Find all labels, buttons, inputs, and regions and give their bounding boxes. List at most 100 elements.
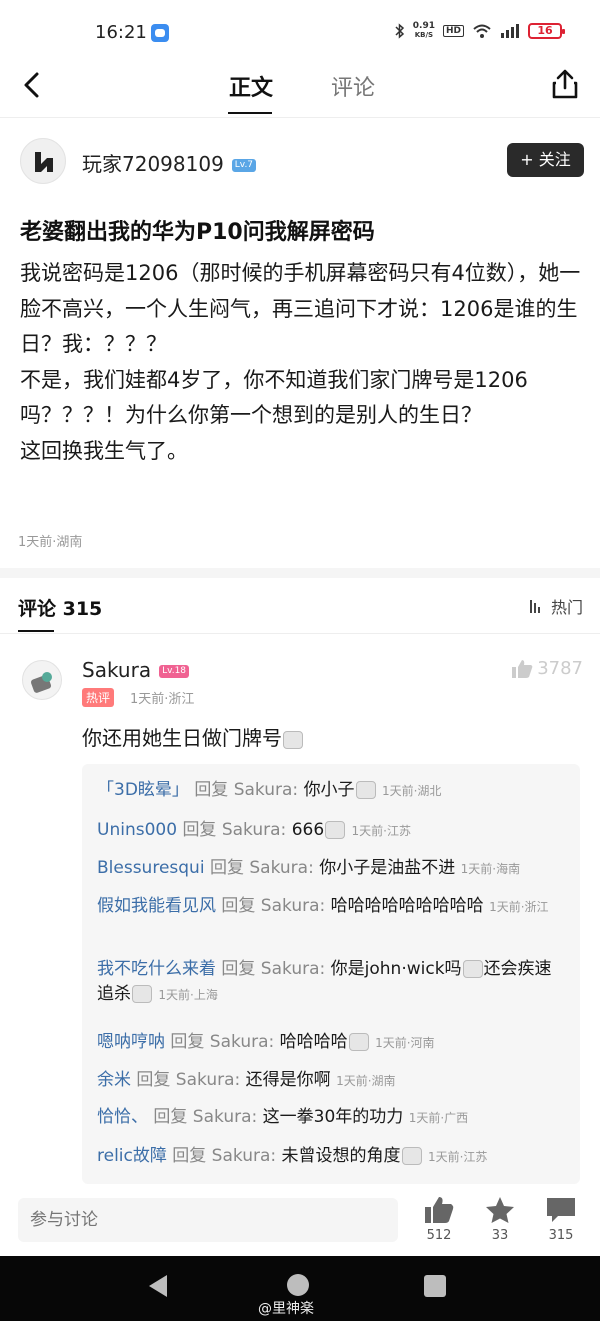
reply-time: 1天前·湖南 — [336, 1074, 396, 1088]
reply-author[interactable]: 假如我能看见风 — [97, 896, 216, 916]
reply-item[interactable]: relic故障 回复 Sakura: 未曾设想的角度 1天前·江苏 — [97, 1144, 562, 1170]
network-speed-value: 0.91 — [412, 21, 435, 31]
status-icons: 0.91 KB/S HD 16 — [395, 22, 565, 40]
reply-text: 未曾设想的角度 — [281, 1146, 401, 1166]
tab-comments[interactable]: 评论 — [331, 70, 375, 102]
reply-to: 回复 Sakura: — [170, 1032, 275, 1052]
home-circle-icon[interactable] — [287, 1274, 309, 1296]
reply-item[interactable]: 恰恰、 回复 Sakura: 这一拳30年的功力 1天前·广西 — [97, 1105, 562, 1131]
bars-icon — [529, 600, 540, 613]
wifi-icon — [473, 24, 491, 38]
author-name[interactable]: 玩家72098109 Lv.7 — [82, 148, 257, 177]
author-row: 玩家72098109 Lv.7 + 关注 — [0, 128, 600, 192]
comment-count: 315 — [548, 1228, 574, 1243]
hot-comment-tag: 热评 — [82, 688, 115, 707]
author-name-text: 玩家72098109 — [82, 152, 224, 176]
reply-author[interactable]: relic故障 — [97, 1146, 167, 1166]
system-nav-bar: @里神楽 — [0, 1256, 600, 1321]
emoji-icon — [132, 985, 152, 1003]
post-paragraph: 这回换我生气了。 — [20, 438, 188, 463]
tab-main[interactable]: 正文 — [229, 70, 273, 102]
author-avatar[interactable] — [20, 138, 66, 184]
watermark: @里神楽 — [258, 1301, 314, 1317]
top-nav: 正文 评论 — [0, 62, 600, 118]
like-button[interactable]: 512 — [414, 1196, 464, 1243]
reply-text: 这一拳30年的功力 — [262, 1107, 404, 1127]
reply-item[interactable]: 我不吃什么来着 回复 Sakura: 你是john·wick吗 还会疾速追杀 1天… — [97, 957, 562, 1008]
reply-to: 回复 Sakura: — [221, 896, 326, 916]
reply-time: 1天前·河南 — [375, 1036, 435, 1050]
chevron-left-icon[interactable] — [18, 70, 48, 100]
reply-author[interactable]: 嗯呐哼呐 — [97, 1032, 165, 1052]
reply-author[interactable]: 「3D眩晕」 — [97, 780, 189, 800]
reply-to: 回复 Sakura: — [182, 820, 287, 840]
emoji-icon — [348, 1033, 369, 1051]
section-divider — [0, 568, 600, 578]
reply-text: 666 — [291, 820, 325, 840]
app-notification-icon — [151, 24, 169, 42]
emoji-icon — [401, 1147, 422, 1165]
favorite-button[interactable]: 33 — [475, 1196, 525, 1243]
bluetooth-icon — [395, 23, 404, 39]
speech-bubble-icon — [547, 1198, 575, 1222]
post-title: 老婆翻出我的华为P10问我解屏密码 — [20, 220, 375, 245]
bottom-action-bar: 512 33 315 — [0, 1188, 600, 1256]
thumbs-up-icon — [425, 1197, 454, 1223]
status-bar: 16:21 0.91 KB/S HD 16 — [0, 0, 600, 62]
reply-time: 1天前·江苏 — [427, 1150, 488, 1164]
tab-active-indicator — [228, 112, 272, 114]
author-logo-icon — [35, 152, 53, 172]
reply-item[interactable]: Blessuresqui 回复 Sakura: 你小子是油盐不进 1天前·海南 — [97, 856, 562, 882]
reply-list: 「3D眩晕」 回复 Sakura: 你小子 1天前·湖北 Unins000 回复… — [82, 764, 580, 1184]
comments-header: 评论 315 热门 — [0, 578, 600, 634]
reply-author[interactable]: 我不吃什么来着 — [97, 959, 216, 979]
triangle-back-icon[interactable] — [147, 1274, 169, 1298]
network-speed: 0.91 KB/S — [413, 22, 435, 40]
discussion-input[interactable] — [18, 1198, 398, 1242]
thumbs-up-icon — [512, 659, 533, 678]
reply-author[interactable]: Blessuresqui — [97, 858, 205, 878]
sort-button[interactable]: 热门 — [529, 594, 583, 618]
commenter-avatar[interactable] — [22, 660, 62, 700]
reply-item[interactable]: 嗯呐哼呐 回复 Sakura: 哈哈哈哈 1天前·河南 — [97, 1030, 562, 1056]
reply-time: 1天前·江苏 — [351, 824, 411, 838]
post-paragraph: 不是，我们娃都4岁了，你不知道我们家门牌号是1206吗？？？！为什么你第一个想到… — [20, 367, 528, 428]
reply-text: 你小子 — [303, 780, 355, 800]
recent-apps-icon[interactable] — [424, 1275, 446, 1297]
emoji-icon — [325, 821, 346, 839]
reply-item[interactable]: 「3D眩晕」 回复 Sakura: 你小子 1天前·湖北 — [97, 778, 562, 804]
star-icon — [486, 1197, 514, 1223]
network-speed-unit: KB/S — [414, 31, 434, 39]
reply-item[interactable]: Unins000 回复 Sakura: 666 1天前·江苏 — [97, 818, 562, 844]
reply-text: 还得是你啊 — [245, 1070, 331, 1090]
reply-to: 回复 Sakura: — [209, 858, 314, 878]
post-paragraph: 我说密码是1206（那时候的手机屏幕密码只有4位数），她一脸不高兴，一个人生闷气… — [20, 261, 581, 356]
emoji-icon — [283, 730, 303, 749]
reply-to: 回复 Sakura: — [136, 1070, 241, 1090]
reply-text: 哈哈哈哈 — [279, 1032, 348, 1052]
comments-count[interactable]: 评论 315 — [18, 594, 102, 621]
comment-button[interactable]: 315 — [536, 1196, 586, 1243]
commenter-name[interactable]: Sakura Lv.18 — [82, 658, 190, 682]
reply-author[interactable]: Unins000 — [97, 820, 177, 840]
follow-button[interactable]: + 关注 — [507, 143, 584, 177]
reply-item[interactable]: 余米 回复 Sakura: 还得是你啊 1天前·湖南 — [97, 1068, 562, 1094]
comment-like-button[interactable]: 3787 — [511, 658, 583, 679]
reply-time: 1天前·上海 — [158, 988, 218, 1002]
sort-label: 热门 — [550, 598, 583, 617]
share-icon[interactable] — [550, 68, 580, 100]
reply-author[interactable]: 余米 — [97, 1070, 131, 1090]
avatar-illustration-icon — [30, 672, 52, 693]
reply-time: 1天前·广西 — [408, 1111, 469, 1125]
reply-item[interactable]: 假如我能看见风 回复 Sakura: 哈哈哈哈哈哈哈哈哈 1天前·浙江 — [97, 894, 562, 920]
reply-time: 1天前·湖北 — [381, 784, 442, 798]
comment-meta: 1天前·浙江 — [130, 692, 195, 707]
comment-like-count: 3787 — [537, 658, 583, 679]
post-meta: 1天前·湖南 — [18, 535, 83, 550]
reply-time: 1天前·海南 — [460, 862, 521, 876]
reply-author[interactable]: 恰恰、 — [97, 1107, 148, 1127]
commenter-level-badge: Lv.18 — [159, 665, 190, 678]
post-body: 我说密码是1206（那时候的手机屏幕密码只有4位数），她一脸不高兴，一个人生闷气… — [20, 256, 585, 469]
hd-icon: HD — [442, 25, 464, 37]
comment-text-content: 你还用她生日做门牌号 — [82, 726, 282, 750]
